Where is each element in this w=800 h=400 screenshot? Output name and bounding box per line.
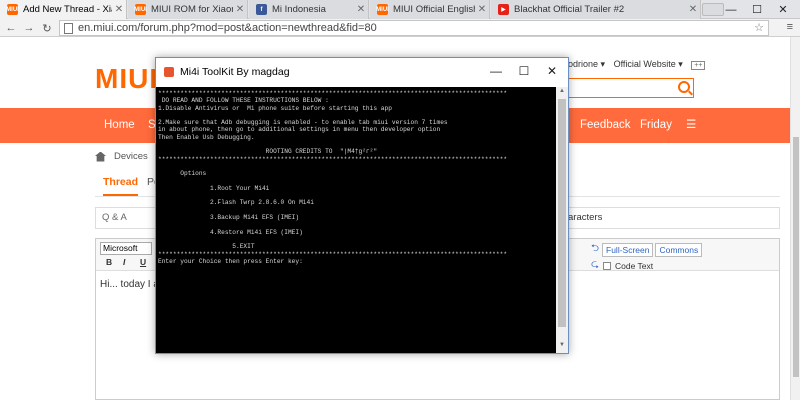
console-title-bar[interactable]: Mi4i ToolKit By magdag — ☐ ✕ [156,58,568,87]
page-scrollbar[interactable] [790,37,800,400]
page-icon [64,22,73,34]
scroll-down-icon[interactable]: ▼ [556,342,568,352]
console-maximize-button[interactable]: ☐ [514,63,534,79]
code-text-label: Code Text [615,260,654,271]
back-arrow-icon[interactable]: ← [4,20,18,36]
nav-menu-icon[interactable]: ☰ [686,108,696,143]
console-title: Mi4i ToolKit By magdag [180,66,290,78]
browser-menu-icon[interactable]: ≡ [787,21,793,33]
console-line: 1.Root Your Mi4i [209,184,270,192]
browser-tab-mi-indonesia[interactable]: f Mi Indonesia ✕ [249,0,369,19]
code-text-checkbox[interactable] [603,261,612,270]
console-line: Options [180,170,207,178]
nav-friday[interactable]: Friday [640,108,672,143]
console-line: 2.Flash Twrp 2.8.6.0 On Mi4i [209,199,314,207]
browser-tab-strip: MIUI Add New Thread - Xiaomi ✕ MIUI MIUI… [0,0,800,19]
bold-button[interactable]: B [106,257,112,267]
browser-tab-blackhat[interactable]: ▶ Blackhat Official Trailer #2 ✕ [491,0,701,19]
reply-arrow-icon: ⮌ [591,243,600,254]
miui-favicon-icon: MIUI [376,4,389,15]
address-bar[interactable]: en.miui.com/forum.php?mod=post&action=ne… [59,20,769,36]
nav-home[interactable]: Home [104,108,135,143]
app-icon [164,67,174,77]
browser-tab-add-new-thread[interactable]: MIUI Add New Thread - Xiaomi ✕ [0,0,127,19]
toolkit-console-window[interactable]: Mi4i ToolKit By magdag — ☐ ✕ ***********… [155,57,569,354]
console-line: Enter your Choice then press Enter key: [158,257,303,265]
scrollbar-thumb[interactable] [793,137,799,377]
console-line: ****************************************… [158,90,508,97]
miui-favicon-icon: MIUI [6,4,19,15]
miui-favicon-icon: MIUI [134,4,147,15]
minimize-button[interactable]: — [718,0,744,19]
underline-button[interactable]: U [140,257,146,267]
tab-title: MIUI ROM for Xiaomi Mi [151,4,233,15]
tab-title: MIUI Official English Site [393,4,475,15]
commons-button[interactable]: Commons [655,242,703,257]
breadcrumb-devices[interactable]: Devices [114,151,148,162]
console-line: DO READ AND FOLLOW THESE INSTRUCTIONS BE… [161,97,329,105]
close-icon[interactable]: ✕ [112,4,126,15]
tab-title: Mi Indonesia [272,4,326,15]
fullscreen-button[interactable]: Full-Screen [602,242,654,257]
reload-icon[interactable]: ↻ [40,20,54,36]
redo-arrow-icon: ⮎ [591,259,600,270]
console-line: 4.Restore Mi4i EFS (IMEI) [209,228,303,236]
forward-arrow-icon[interactable]: → [22,20,36,36]
characters-label: aracters [568,212,603,223]
console-line: ****************************************… [158,250,508,258]
browser-toolbar: ← → ↻ en.miui.com/forum.php?mod=post&act… [0,19,800,37]
console-scrollbar[interactable]: ▲ ▼ [556,87,568,353]
close-icon[interactable]: ✕ [686,4,700,15]
console-minimize-button[interactable]: — [486,63,506,79]
console-line: ****************************************… [158,155,508,163]
address-url: en.miui.com/forum.php?mod=post&action=ne… [78,22,377,34]
console-line: in about phone, then go to additional se… [158,126,441,134]
console-scroll-thumb[interactable] [558,99,566,327]
console-line: Then Enable Usb Debugging. [158,133,255,141]
console-line: 5.EXIT [232,243,255,251]
browser-tab-miui-rom[interactable]: MIUI MIUI ROM for Xiaomi Mi ✕ [128,0,248,19]
user-links: odrione ▾ Official Website ▾ ++ [568,59,711,70]
console-line: ROOTING CREDITS TO "|M4†g²г²" [265,148,378,156]
code-text-toggle: ⮎ Code Text [591,257,653,274]
tab-title: Add New Thread - Xiaomi [23,4,112,15]
bookmark-star-icon[interactable]: ☆ [754,21,764,34]
console-close-button[interactable]: ✕ [542,63,562,79]
miui-logo[interactable]: MIUI [95,63,158,95]
maximize-button[interactable]: ☐ [744,0,770,19]
italic-button[interactable]: I [123,257,125,267]
home-icon[interactable] [95,151,106,162]
scroll-up-icon[interactable]: ▲ [556,88,568,98]
breadcrumb: Devices [95,151,148,162]
search-icon[interactable] [678,81,690,93]
console-output[interactable]: ****************************************… [156,87,556,353]
console-line: 2.Make sure that Adb debugging is enable… [158,119,448,127]
user-menu-link[interactable]: odrione ▾ [568,59,605,69]
close-icon[interactable]: ✕ [475,4,489,15]
nav-feedback[interactable]: Feedback [580,108,631,143]
console-line: 3.Backup Mi4i EFS (IMEI) [209,214,300,222]
close-icon[interactable]: ✕ [354,4,368,15]
site-search-box[interactable] [566,78,694,98]
close-window-button[interactable]: ✕ [770,0,796,19]
facebook-favicon-icon: f [256,4,267,15]
expand-button[interactable]: ++ [691,61,706,70]
fullscreen-controls: ⮌ Full-Screen Commons [591,241,704,258]
youtube-favicon-icon: ▶ [498,4,509,15]
official-website-link[interactable]: Official Website ▾ [614,59,683,69]
tab-thread[interactable]: Thread [103,176,139,196]
console-line: 1.Disable Antivirus or Mi phone suite be… [158,104,392,112]
close-icon[interactable]: ✕ [233,4,247,15]
console-text: ****************************************… [156,87,556,265]
font-select[interactable]: Microsoft [100,242,152,255]
editor-body-text: Hi... today I al [100,279,162,290]
tab-title: Blackhat Official Trailer #2 [514,4,625,15]
browser-tab-miui-official[interactable]: MIUI MIUI Official English Site ✕ [370,0,490,19]
